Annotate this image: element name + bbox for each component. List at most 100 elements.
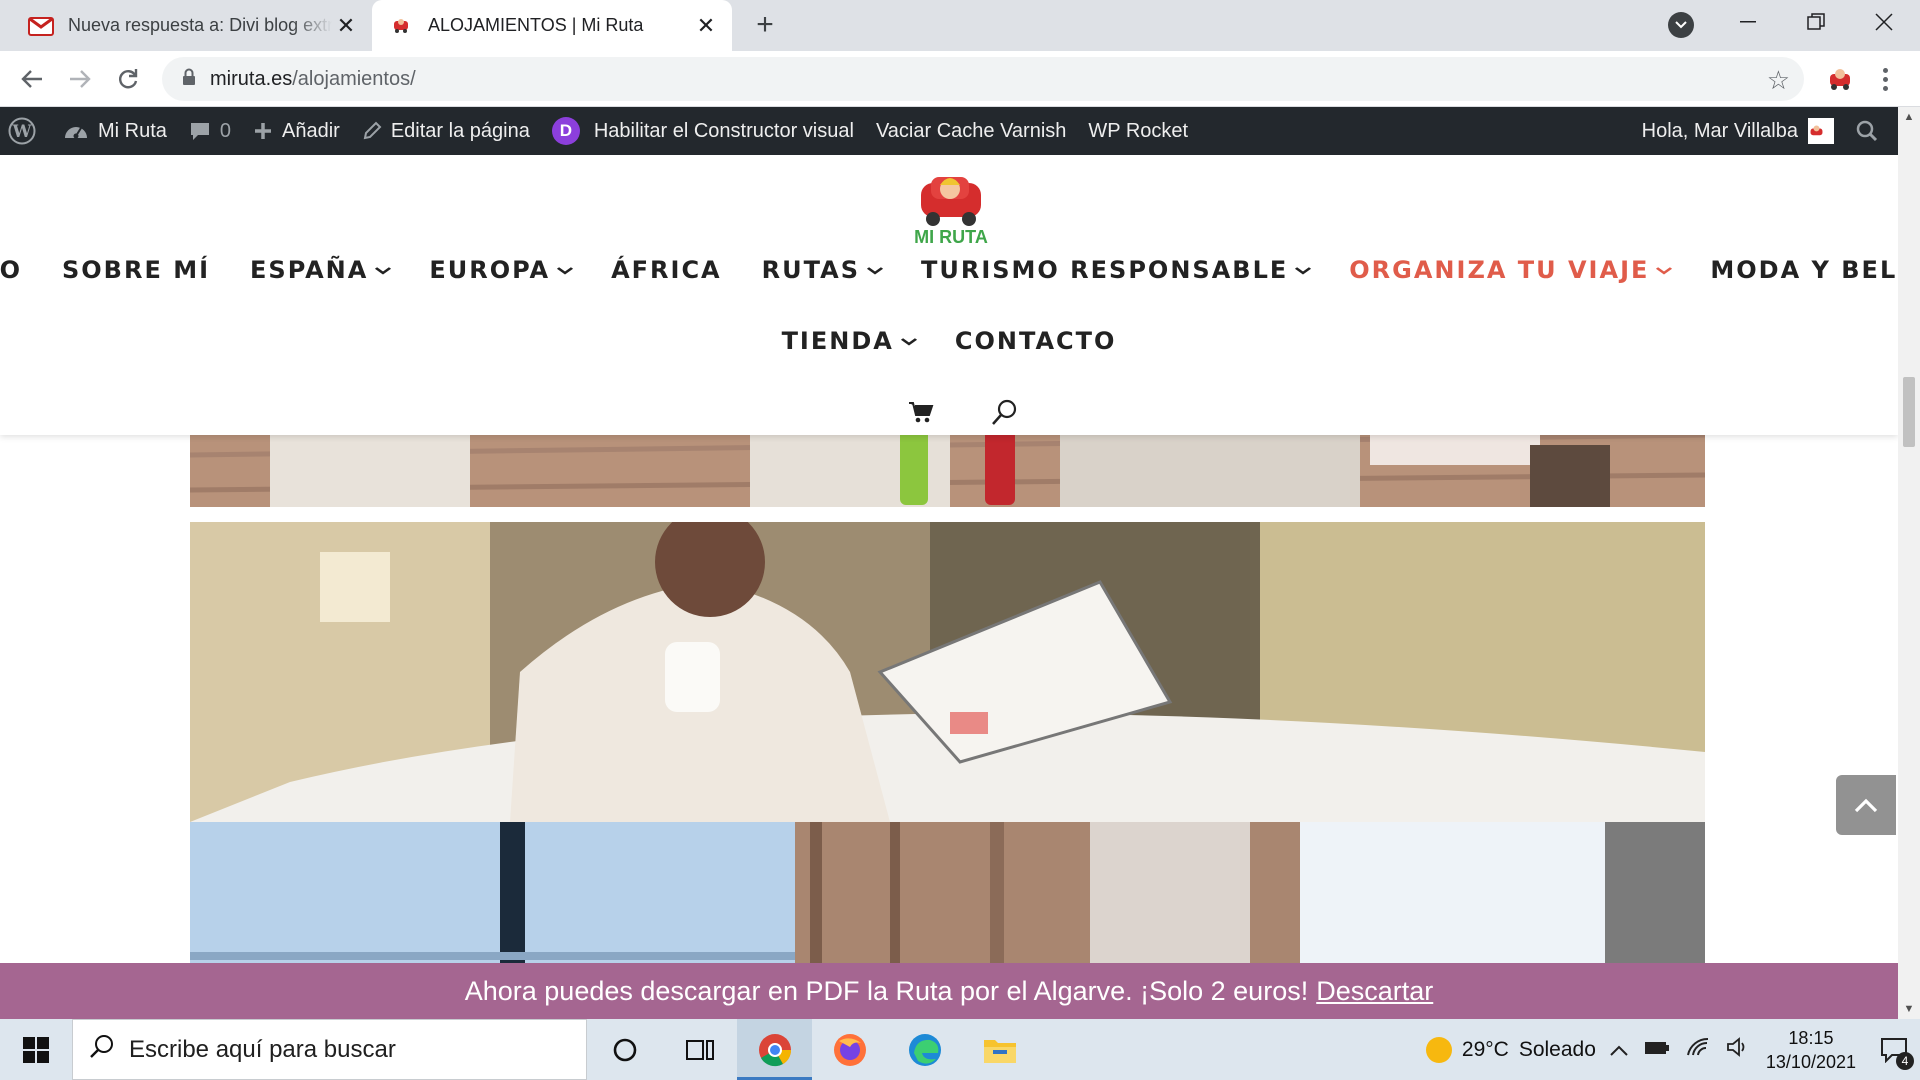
chevron-down-icon (900, 332, 917, 350)
edit-page-label: Editar la página (390, 119, 530, 142)
nav-item-sobre-mí[interactable]: SOBRE MÍ (42, 250, 230, 290)
forward-button[interactable] (60, 59, 100, 99)
scroll-down-arrow[interactable]: ▼ (1898, 999, 1920, 1019)
bookmark-star-icon[interactable]: ☆ (1767, 65, 1790, 96)
chrome-taskbar-button[interactable] (737, 1019, 812, 1080)
close-tab-icon[interactable]: ✕ (692, 12, 720, 40)
reload-button[interactable] (108, 59, 148, 99)
clock-date: 13/10/2021 (1765, 1051, 1856, 1072)
nav-item-inicio[interactable]: INICIO (0, 250, 42, 290)
wp-admin-bar: W Mi Ruta 0 Añadir Editar la página D Ha… (0, 107, 1898, 155)
browser-tab-strip: Nueva respuesta a: Divi blog extr ✕ ALOJ… (0, 0, 1920, 51)
plus-icon (255, 123, 272, 139)
wordpress-logo-icon[interactable]: W (0, 107, 52, 155)
page-scrollbar[interactable]: ▲ ▼ (1898, 107, 1920, 1019)
site-logo[interactable]: MI RUTA (907, 163, 997, 247)
url-path: /alojamientos/ (292, 67, 416, 90)
add-new-label: Añadir (282, 119, 340, 142)
add-new-menu[interactable]: Añadir (242, 107, 351, 155)
dismiss-link[interactable]: Descartar (1316, 976, 1433, 1007)
visual-builder-link[interactable]: D Habilitar el Constructor visual (541, 107, 865, 155)
taskbar-search-box[interactable]: Escribe aquí para buscar (72, 1019, 587, 1080)
nav-item-tienda[interactable]: TIENDA (762, 321, 935, 361)
address-bar[interactable]: miruta.es/alojamientos/ ☆ (162, 57, 1804, 101)
purge-varnish-link[interactable]: Vaciar Cache Varnish (865, 107, 1077, 155)
taskbar-clock[interactable]: 18:15 13/10/2021 (1766, 1026, 1856, 1074)
minimize-button[interactable] (1714, 0, 1782, 44)
chevron-up-icon (1854, 798, 1878, 813)
chrome-menu-button[interactable] (1870, 61, 1900, 97)
wp-rocket-menu[interactable]: WP Rocket (1077, 107, 1199, 155)
nav-item-españa[interactable]: ESPAÑA (230, 250, 409, 290)
volume-icon[interactable] (1726, 1036, 1750, 1063)
back-button[interactable] (12, 59, 52, 99)
edge-taskbar-button[interactable] (887, 1019, 962, 1080)
nav-item-organiza-tu-viaje[interactable]: ORGANIZA TU VIAJE (1329, 250, 1690, 290)
nav-item-moda-y-belleza[interactable]: MODA Y BELLEZA (1690, 250, 1898, 290)
nav-item-turismo-responsable[interactable]: TURISMO RESPONSABLE (901, 250, 1329, 290)
task-view-icon (685, 1039, 714, 1060)
admin-search-button[interactable] (1845, 107, 1898, 155)
nav-item-contacto[interactable]: CONTACTO (935, 321, 1137, 361)
tab-title: Nueva respuesta a: Divi blog extr (68, 15, 332, 35)
tab-gmail[interactable]: Nueva respuesta a: Divi blog extr ✕ (12, 0, 372, 51)
miruta-avatar-icon (1810, 125, 1823, 136)
start-button[interactable] (0, 1019, 72, 1080)
battery-icon[interactable] (1644, 1038, 1670, 1062)
chevron-down-icon (556, 261, 574, 279)
firefox-taskbar-button[interactable] (812, 1019, 887, 1080)
close-window-button[interactable] (1850, 0, 1918, 44)
page-content: MI RUTA INICIO SOBRE MÍ ESPAÑA EUROPA ÁFRICA… (0, 155, 1898, 1019)
wp-rocket-label: WP Rocket (1088, 119, 1189, 142)
arrow-left-icon (21, 70, 42, 88)
chevron-down-icon (1656, 261, 1673, 279)
nav-item-rutas[interactable]: RUTAS (742, 250, 901, 290)
scroll-up-arrow[interactable]: ▲ (1898, 107, 1920, 127)
cortana-icon (613, 1038, 636, 1061)
weather-widget[interactable]: 29°C Soleado (1425, 1036, 1596, 1063)
chevron-up-icon[interactable] (1610, 1038, 1628, 1062)
wifi-icon[interactable] (1686, 1037, 1710, 1063)
woman-reading-photo (190, 522, 1705, 822)
cortana-button[interactable] (587, 1019, 662, 1080)
nav-item-label: EUROPA (429, 256, 551, 284)
lock-icon (182, 68, 196, 91)
search-icon (89, 1033, 115, 1066)
my-account-menu[interactable]: Hola, Mar Villalba (1631, 107, 1845, 155)
comments-menu[interactable]: 0 (178, 107, 242, 155)
restore-button[interactable] (1782, 0, 1850, 44)
tab-title: ALOJAMIENTOS | Mi Ruta (428, 15, 644, 35)
comments-count: 0 (219, 119, 232, 142)
chevron-down-icon (1675, 21, 1687, 29)
search-placeholder: Escribe aquí para buscar (129, 1035, 396, 1063)
chevron-down-icon (866, 261, 884, 279)
task-view-button[interactable] (662, 1019, 737, 1080)
windows-logo-icon (23, 1036, 49, 1063)
edit-page-link[interactable]: Editar la página (351, 107, 541, 155)
tab-alojamientos[interactable]: ALOJAMIENTOS | Mi Ruta ✕ (372, 0, 732, 51)
cart-icon[interactable] (908, 401, 934, 428)
search-icon[interactable] (990, 398, 1018, 431)
nav-item-áfrica[interactable]: ÁFRICA (591, 250, 742, 290)
scroll-thumb[interactable] (1903, 377, 1915, 447)
miruta-icon (388, 13, 414, 39)
avatar (1808, 118, 1834, 144)
site-name: Mi Ruta (98, 119, 167, 142)
store-notice-bar: Ahora puedes descargar en PDF la Ruta po… (0, 963, 1898, 1019)
site-name-menu[interactable]: Mi Ruta (52, 107, 178, 155)
nav-item-label: TURISMO RESPONSABLE (920, 256, 1289, 284)
new-tab-button[interactable]: + (748, 8, 782, 42)
system-tray: 29°C Soleado 18:15 13/10/2021 4 (1425, 1019, 1920, 1080)
chevron-down-icon (375, 261, 392, 279)
back-to-top-button[interactable] (1836, 775, 1896, 835)
nav-item-europa[interactable]: EUROPA (409, 250, 591, 290)
action-center-button[interactable]: 4 (1874, 1030, 1914, 1070)
close-tab-icon[interactable]: ✕ (332, 12, 360, 40)
tab-search-button[interactable] (1668, 12, 1694, 38)
notice-text: Ahora puedes descargar en PDF la Ruta po… (464, 975, 1309, 1006)
weather-condition: Soleado (1518, 1037, 1596, 1061)
file-explorer-taskbar-button[interactable] (962, 1019, 1037, 1080)
folder-icon (983, 1039, 1016, 1063)
main-nav-row-2: TIENDA CONTACTO (0, 321, 1898, 361)
profile-avatar[interactable] (1822, 61, 1858, 97)
